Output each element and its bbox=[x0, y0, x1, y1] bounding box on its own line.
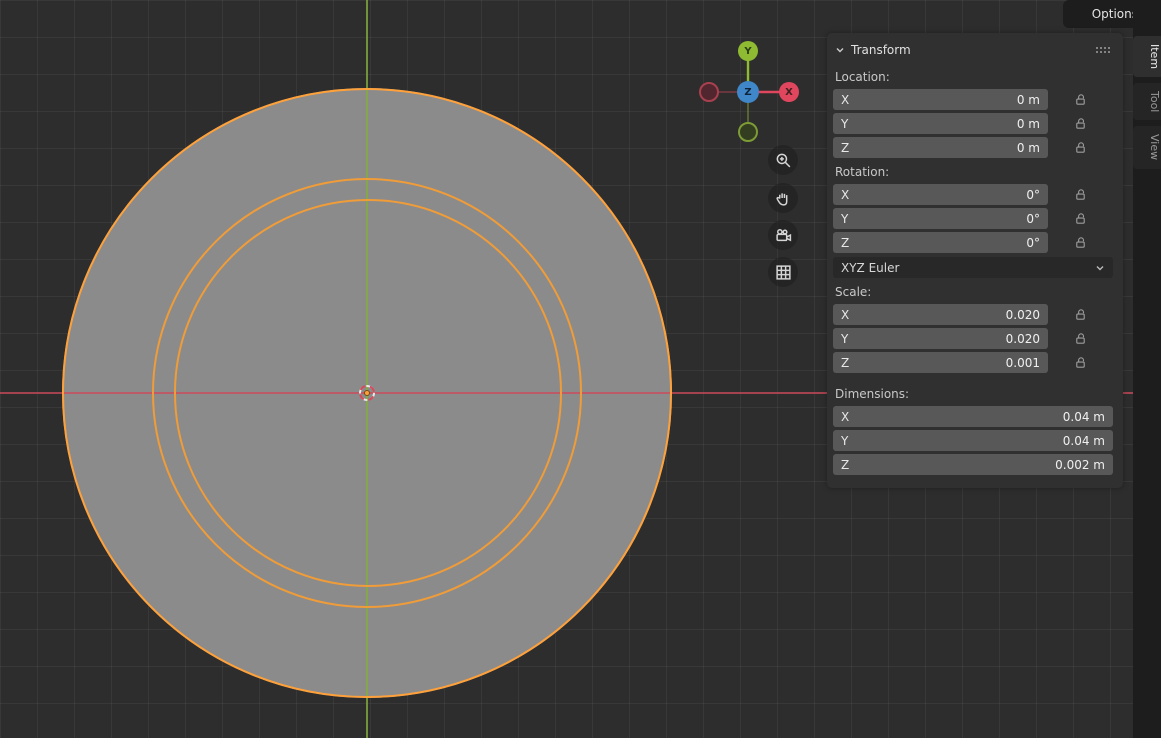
scale-section-label: Scale: bbox=[835, 285, 1111, 299]
rotation-section-label: Rotation: bbox=[835, 165, 1111, 179]
unlock-icon bbox=[1074, 117, 1087, 130]
gizmo-neg-y-axis-ball[interactable] bbox=[738, 122, 758, 142]
location-y-field[interactable]: Y 0 m bbox=[833, 113, 1048, 134]
scale-y-lock-button[interactable] bbox=[1048, 332, 1113, 345]
rotation-z-field[interactable]: Z 0° bbox=[833, 232, 1048, 253]
location-x-field[interactable]: X 0 m bbox=[833, 89, 1048, 110]
rotation-x-lock-button[interactable] bbox=[1048, 188, 1113, 201]
unlock-icon bbox=[1074, 332, 1087, 345]
scale-z-lock-button[interactable] bbox=[1048, 356, 1113, 369]
scale-z-field[interactable]: Z 0.001 bbox=[833, 352, 1048, 373]
collapse-chevron-icon bbox=[835, 45, 845, 55]
rotation-x-field[interactable]: X 0° bbox=[833, 184, 1048, 205]
sidebar-tab-view[interactable]: View bbox=[1133, 126, 1161, 168]
zoom-button[interactable] bbox=[768, 145, 798, 175]
sidebar-tab-strip: Item Tool View bbox=[1133, 0, 1161, 738]
magnifier-zoom-icon bbox=[775, 152, 792, 169]
grid-icon bbox=[775, 264, 792, 281]
hand-pan-icon bbox=[775, 190, 792, 207]
rotation-y-field[interactable]: Y 0° bbox=[833, 208, 1048, 229]
scale-x-lock-button[interactable] bbox=[1048, 308, 1113, 321]
camera-view-button[interactable] bbox=[768, 220, 798, 250]
3d-cursor bbox=[357, 383, 377, 403]
dimensions-y-field[interactable]: Y 0.04 m bbox=[833, 430, 1113, 451]
unlock-icon bbox=[1074, 141, 1087, 154]
unlock-icon bbox=[1074, 236, 1087, 249]
grid-ortho-button[interactable] bbox=[768, 257, 798, 287]
sidebar-tab-tool[interactable]: Tool bbox=[1133, 83, 1161, 120]
drag-handle-icon[interactable] bbox=[1095, 46, 1111, 54]
panel-title: Transform bbox=[851, 43, 1095, 57]
scale-y-field[interactable]: Y 0.020 bbox=[833, 328, 1048, 349]
sidebar-tab-item[interactable]: Item bbox=[1133, 36, 1161, 77]
object-origin-dot bbox=[364, 390, 370, 396]
unlock-icon bbox=[1074, 93, 1087, 106]
navigation-gizmo[interactable]: Y X Z bbox=[695, 38, 805, 148]
dimensions-z-field[interactable]: Z 0.002 m bbox=[833, 454, 1113, 475]
dimensions-section-label: Dimensions: bbox=[835, 387, 1111, 401]
location-y-lock-button[interactable] bbox=[1048, 117, 1113, 130]
gizmo-z-axis-ball[interactable]: Z bbox=[737, 81, 759, 103]
location-z-field[interactable]: Z 0 m bbox=[833, 137, 1048, 158]
blender-window: Y X Z Options bbox=[0, 0, 1161, 738]
options-label: Options bbox=[1092, 7, 1138, 21]
camera-icon bbox=[775, 227, 792, 244]
location-x-lock-button[interactable] bbox=[1048, 93, 1113, 106]
gizmo-x-axis-ball[interactable]: X bbox=[779, 82, 799, 102]
location-section-label: Location: bbox=[835, 70, 1111, 84]
rotation-z-lock-button[interactable] bbox=[1048, 236, 1113, 249]
rotation-y-lock-button[interactable] bbox=[1048, 212, 1113, 225]
unlock-icon bbox=[1074, 356, 1087, 369]
location-z-lock-button[interactable] bbox=[1048, 141, 1113, 154]
transform-panel-header[interactable]: Transform bbox=[833, 39, 1113, 63]
gizmo-y-axis-ball[interactable]: Y bbox=[738, 41, 758, 61]
dimensions-x-field[interactable]: X 0.04 m bbox=[833, 406, 1113, 427]
scale-x-field[interactable]: X 0.020 bbox=[833, 304, 1048, 325]
unlock-icon bbox=[1074, 212, 1087, 225]
rotation-mode-dropdown[interactable]: XYZ Euler bbox=[833, 257, 1113, 278]
unlock-icon bbox=[1074, 188, 1087, 201]
chevron-down-icon bbox=[1095, 263, 1105, 273]
gizmo-neg-x-axis-ball[interactable] bbox=[699, 82, 719, 102]
unlock-icon bbox=[1074, 308, 1087, 321]
transform-panel: Transform Location: X 0 m Y 0 m bbox=[827, 33, 1123, 488]
pan-button[interactable] bbox=[768, 183, 798, 213]
